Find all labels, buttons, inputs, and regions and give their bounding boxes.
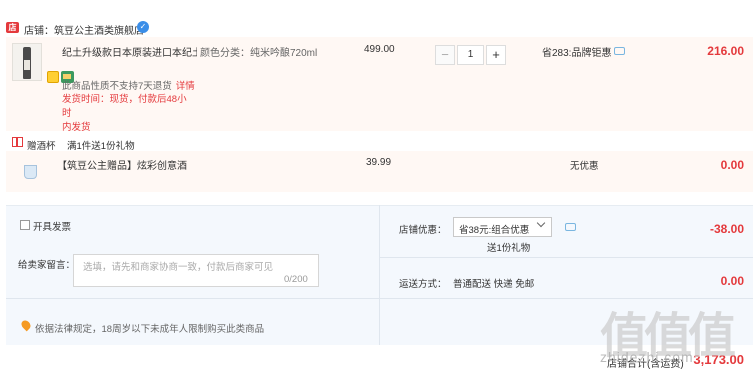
service-badge-icon[interactable] (47, 71, 59, 83)
gift-no-promotion: 无优惠 (570, 161, 599, 172)
message-placeholder: 选填，请先和商家协商一致，付款后商家可见 (83, 262, 274, 273)
quantity-stepper: − 1 + (435, 45, 506, 65)
shop-discount-value: 省38元:组合优惠 (459, 225, 530, 236)
return-policy-details-link[interactable]: 详情 (176, 81, 195, 92)
divider (380, 257, 753, 258)
shop-discount-gift: 送1份礼物 (487, 243, 531, 254)
shipping-method: 普通配送 快递 免邮 (453, 279, 535, 290)
message-char-count: 0/200 (284, 274, 308, 285)
return-policy-note: 此商品性质不支持7天退货 详情 (62, 78, 195, 92)
chat-icon[interactable] (614, 47, 625, 55)
invoice-checkbox[interactable] (20, 220, 30, 230)
shipping-time-note: 发货时间：现货，付款后48小时 内发货 (62, 93, 192, 135)
item-promotion: 省283:品牌钜惠 (542, 48, 612, 59)
quantity-increase-button[interactable]: + (486, 45, 506, 65)
shop-discount-label: 店铺优惠： (399, 225, 447, 236)
divider (379, 205, 380, 345)
gift-thumbnail[interactable] (22, 163, 40, 181)
cup-image (24, 165, 37, 179)
item-subtotal: 216.00 (707, 44, 744, 58)
gift-icon (12, 137, 23, 147)
shop-name[interactable]: 店铺：筑豆公主酒类旗舰店 (24, 22, 144, 37)
bottle-label (24, 60, 30, 70)
shipping-time-line-1: 发货时间：现货，付款后48小时 (62, 94, 187, 119)
product-thumbnail[interactable] (12, 43, 42, 81)
product-unit-price: 499.00 (364, 44, 395, 55)
shop-name-text[interactable]: 筑豆公主酒类旗舰店 (54, 26, 144, 37)
chat-icon[interactable] (565, 223, 576, 231)
watermark-url: zhidezhi.com (600, 349, 694, 365)
gift-product-title[interactable]: 【筑豆公主赠品】炫彩创意酒杯... (57, 157, 187, 172)
quantity-input[interactable]: 1 (457, 45, 484, 65)
age-restriction-notice: 依据法律规定，18周岁以下未成年人限制购买此类商品 (35, 324, 265, 335)
shipping-time-line-2: 内发货 (62, 122, 91, 133)
divider (6, 298, 379, 299)
gift-promo-desc: 满1件送1份礼物 (67, 141, 135, 152)
shipping-amount: 0.00 (720, 274, 744, 288)
invoice-label[interactable]: 开具发票 (33, 219, 71, 233)
shipping-label: 运送方式： (399, 279, 447, 290)
shop-discount-amount: -38.00 (709, 222, 744, 236)
product-title[interactable]: 纪土升级款日本原装进口本纪土... (62, 44, 197, 59)
gift-promo-label: 赠酒杯 (27, 141, 56, 152)
return-policy-text: 此商品性质不支持7天退货 (62, 81, 172, 92)
gift-subtotal: 0.00 (720, 158, 744, 172)
product-spec: 颜色分类：纯米吟酿720ml (200, 48, 318, 59)
shop-label: 店铺： (24, 26, 54, 37)
message-label: 给卖家留言： (18, 260, 76, 271)
gift-unit-price: 39.99 (366, 157, 392, 168)
verified-icon[interactable]: ✓ (137, 21, 149, 33)
shop-badge: 店 (6, 22, 19, 33)
quantity-decrease-button[interactable]: − (435, 45, 455, 65)
